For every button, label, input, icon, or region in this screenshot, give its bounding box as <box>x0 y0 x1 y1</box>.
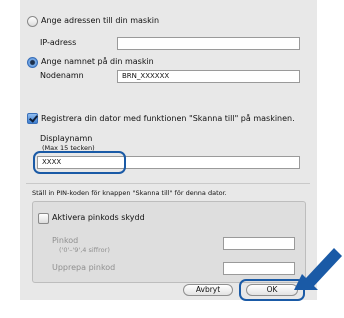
radio-name-label: Ange namnet på din maskin <box>41 57 154 66</box>
pointer-arrow-icon <box>294 248 342 290</box>
radio-name[interactable] <box>27 57 38 68</box>
separator <box>26 183 310 184</box>
radio-address-label: Ange adressen till din maskin <box>41 16 160 25</box>
node-name-input[interactable]: BRN_XXXXXX <box>117 70 300 83</box>
register-checkbox-label: Registrera din dator med funktionen "Ska… <box>41 114 295 123</box>
node-name-label: Nodenamn <box>40 71 84 80</box>
pin-input[interactable] <box>223 237 295 250</box>
repeat-pin-label: Upprepa pinkod <box>52 263 116 272</box>
enable-pin-label: Aktivera pinkods skydd <box>52 213 145 222</box>
cancel-button[interactable]: Avbryt <box>183 284 233 296</box>
pin-hint-label: ('0'–'9',4 siffror) <box>59 246 110 254</box>
enable-pin-checkbox[interactable] <box>38 213 49 224</box>
display-name-label: Displaynamn <box>40 134 93 143</box>
pin-intro-text: Ställ in PIN-koden för knappen "Skanna t… <box>32 189 227 197</box>
scan-to-settings-dialog: Ange adressen till din maskin IP-adress … <box>20 0 317 301</box>
display-name-highlight <box>33 151 126 174</box>
repeat-pin-input[interactable] <box>223 262 295 275</box>
pin-label: Pinkod <box>52 236 79 245</box>
pin-group: Aktivera pinkods skydd Pinkod ('0'–'9',4… <box>32 201 306 283</box>
ip-address-input[interactable] <box>117 37 300 50</box>
radio-address[interactable] <box>27 16 38 27</box>
ip-address-label: IP-adress <box>40 38 77 47</box>
register-checkbox[interactable] <box>27 113 38 124</box>
